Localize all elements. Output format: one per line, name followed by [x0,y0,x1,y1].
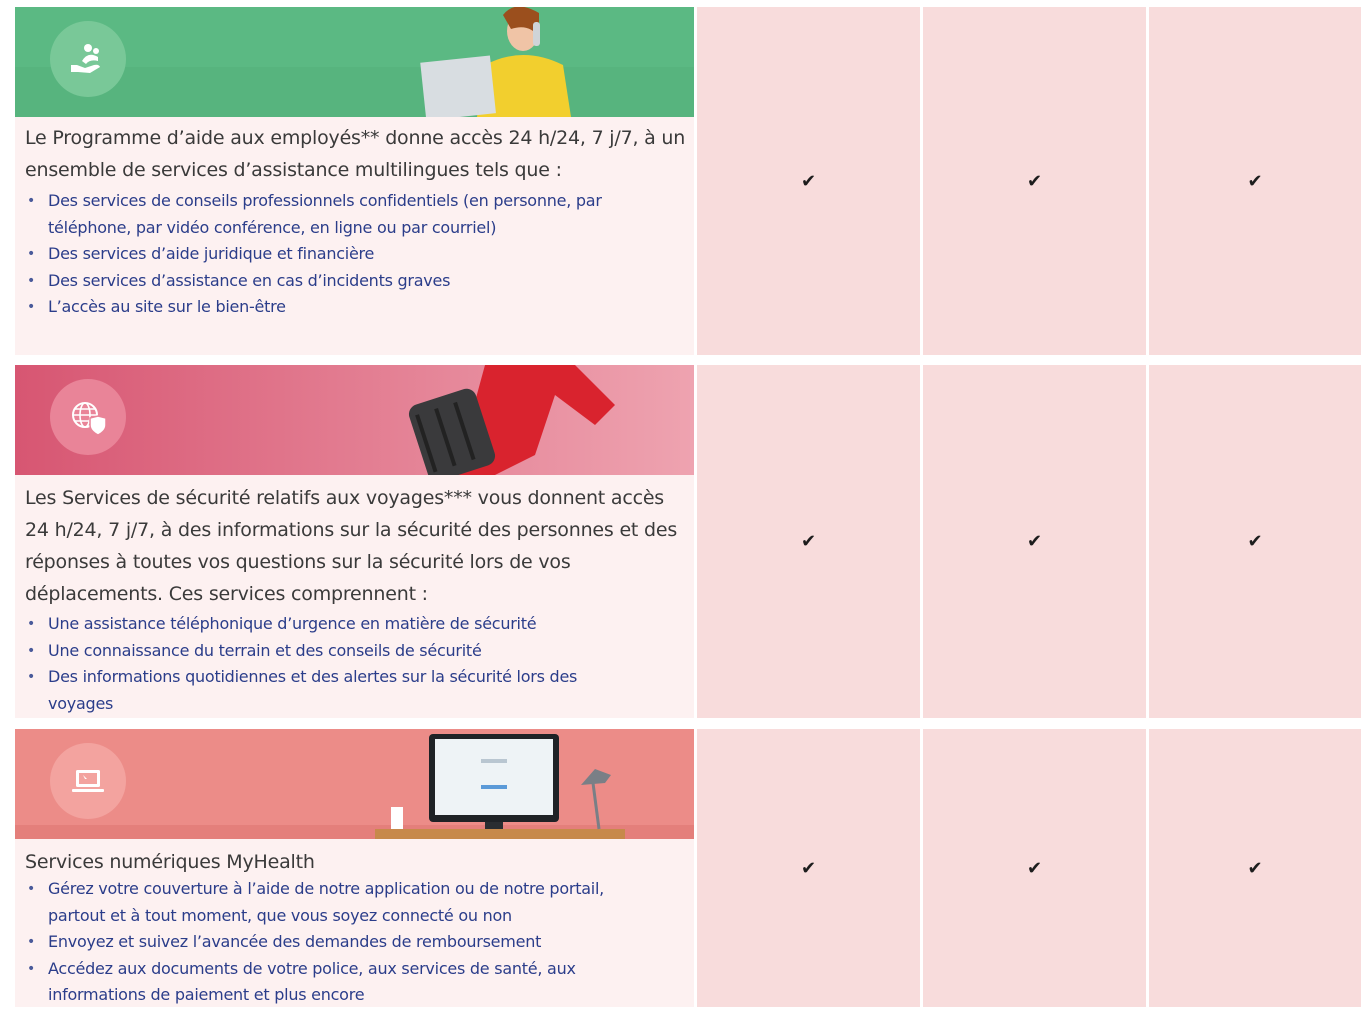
plan-column-1-cell: ✔ [697,365,920,718]
hand-care-icon [71,44,100,73]
benefit-description-cell: Services numériques MyHealth Gérez votre… [15,729,694,1007]
checkmark-icon: ✔ [800,857,817,879]
plan-column-1-cell: ✔ [697,7,920,355]
benefit-row-eap: Le Programme d’aide aux employés** donne… [0,7,1361,355]
benefit-bullets: Une assistance téléphonique d’urgence en… [25,611,625,717]
list-item: L’accès au site sur le bien-être [25,294,625,321]
globe-shield-icon [72,402,107,436]
plan-column-2-cell: ✔ [923,7,1146,355]
list-item: Envoyez et suivez l’avancée des demandes… [25,929,665,956]
benefit-text: Le Programme d’aide aux employés** donne… [25,122,686,321]
checkmark-icon: ✔ [1247,531,1263,552]
benefit-description-cell: Les Services de sécurité relatifs aux vo… [15,365,694,718]
list-item: Des services de conseils professionnels … [25,188,625,241]
checkmark-icon: ✔ [800,170,817,192]
benefit-bullets: Gérez votre couverture à l’aide de notre… [25,876,665,1009]
plan-column-1-cell: ✔ [697,729,920,1007]
plan-column-2-cell: ✔ [923,729,1146,1007]
banner-travel [15,365,694,475]
banner-eap [15,7,694,117]
list-item: Accédez aux documents de votre police, a… [25,956,588,1009]
checkmark-icon: ✔ [1026,531,1043,552]
plan-column-3-cell: ✔ [1149,365,1361,718]
plan-column-3-cell: ✔ [1149,7,1361,355]
icon-circle [50,379,126,455]
list-item: Une assistance téléphonique d’urgence en… [25,611,625,638]
plan-column-2-cell: ✔ [923,365,1146,718]
list-item: Gérez votre couverture à l’aide de notre… [25,876,665,929]
list-item: Des services d’assistance en cas d’incid… [25,268,625,295]
checkmark-icon: ✔ [1247,170,1263,192]
checkmark-icon: ✔ [1026,170,1043,192]
benefit-text: Services numériques MyHealth Gérez votre… [25,846,686,1009]
plan-column-3-cell: ✔ [1149,729,1361,1007]
checkmark-icon: ✔ [800,531,817,552]
benefit-bullets: Des services de conseils professionnels … [25,188,625,321]
checkmark-icon: ✔ [1247,857,1263,879]
icon-circle [50,21,126,97]
benefit-description-cell: Le Programme d’aide aux employés** donne… [15,7,694,355]
icon-circle [50,743,126,819]
banner-myhealth [15,729,694,839]
benefit-row-travel-security: Les Services de sécurité relatifs aux vo… [0,365,1361,718]
benefit-row-myhealth: Services numériques MyHealth Gérez votre… [0,729,1361,1007]
list-item: Des informations quotidiennes et des ale… [25,664,625,717]
benefit-lead: Le Programme d’aide aux employés** donne… [25,127,686,181]
list-item: Une connaissance du terrain et des conse… [25,638,625,665]
list-item: Des services d’aide juridique et financi… [25,241,625,268]
benefit-lead: Services numériques MyHealth [25,851,315,873]
laptop-icon [72,770,104,792]
checkmark-icon: ✔ [1026,857,1043,879]
benefit-text: Les Services de sécurité relatifs aux vo… [25,482,686,717]
benefit-lead: Les Services de sécurité relatifs aux vo… [25,487,678,605]
